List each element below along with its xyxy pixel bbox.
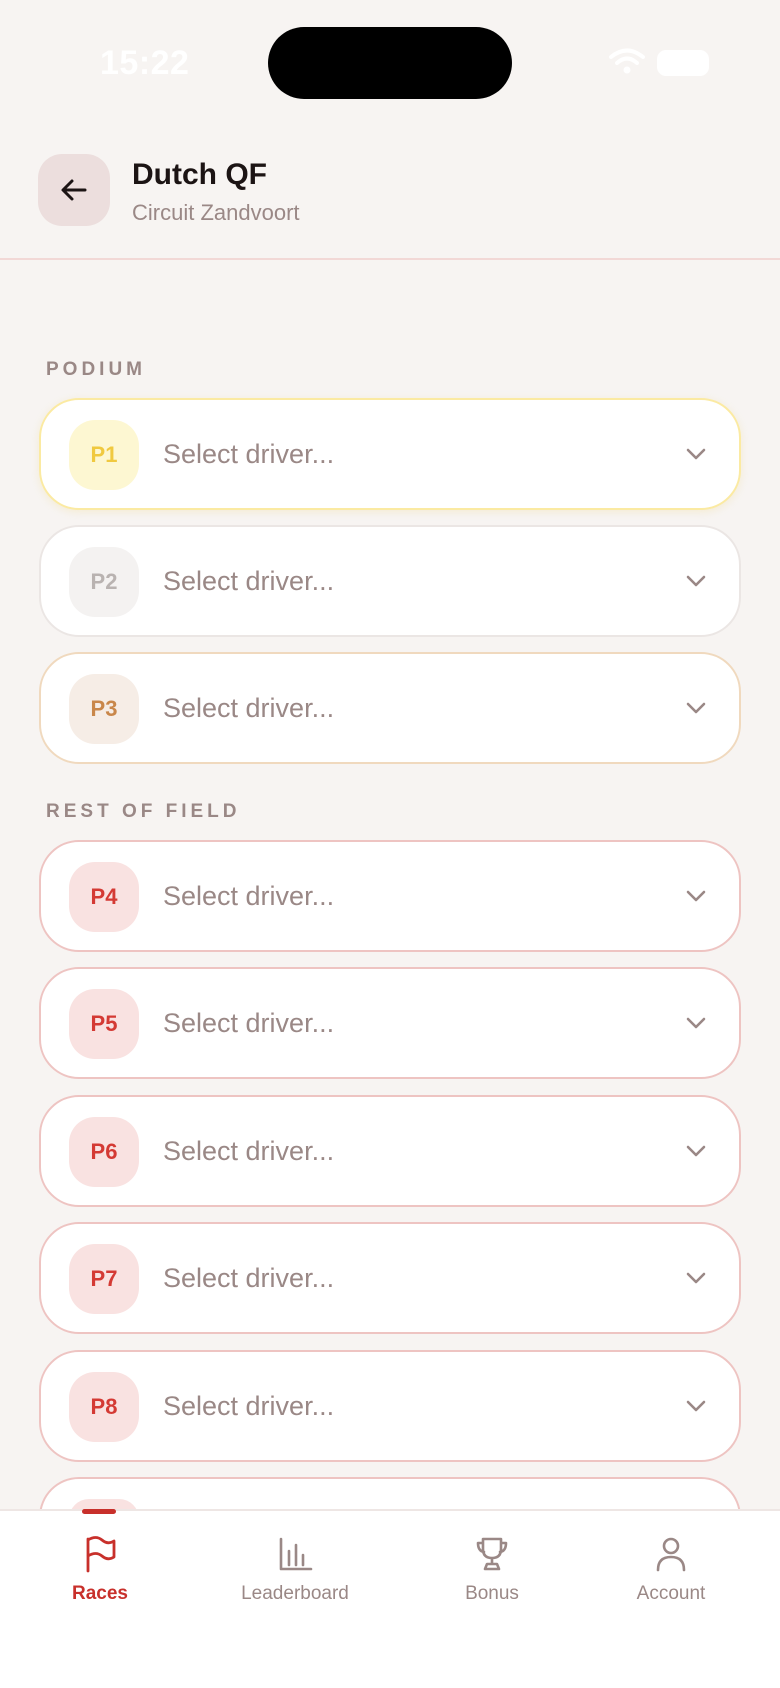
- position-badge: P7: [69, 1244, 139, 1314]
- header: Dutch QF Circuit Zandvoort: [0, 130, 780, 260]
- driver-select-p6[interactable]: P6 Select driver...: [39, 1095, 741, 1207]
- tab-label: Races: [72, 1583, 128, 1604]
- chevron-down-icon: [686, 448, 706, 460]
- driver-select-placeholder: Select driver...: [163, 439, 335, 469]
- bar-chart-icon: [279, 1537, 313, 1571]
- wifi-icon: [609, 48, 645, 74]
- chevron-down-icon: [686, 1017, 706, 1029]
- back-button[interactable]: [38, 154, 110, 226]
- driver-select-p8[interactable]: P8 Select driver...: [39, 1350, 741, 1462]
- tab-races[interactable]: Races: [10, 1511, 190, 1631]
- page-subtitle: Circuit Zandvoort: [132, 200, 300, 225]
- driver-select-placeholder: Select driver...: [163, 1136, 335, 1166]
- driver-select-placeholder: Select driver...: [163, 1263, 335, 1293]
- rest-section-label: REST OF FIELD: [46, 801, 241, 822]
- position-badge: P6: [69, 1117, 139, 1187]
- position-badge: P1: [69, 420, 139, 490]
- battery-icon: [657, 50, 709, 76]
- driver-select-p3[interactable]: P3 Select driver...: [39, 652, 741, 764]
- tab-bonus[interactable]: Bonus: [402, 1511, 582, 1631]
- position-badge: P8: [69, 1372, 139, 1442]
- tab-account[interactable]: Account: [581, 1511, 761, 1631]
- tab-label: Account: [636, 1583, 706, 1604]
- driver-select-p4[interactable]: P4 Select driver...: [39, 840, 741, 952]
- position-badge: P3: [69, 674, 139, 744]
- position-badge: P5: [69, 989, 139, 1059]
- page-title: Dutch QF: [132, 158, 267, 191]
- chevron-down-icon: [686, 1400, 706, 1412]
- chevron-down-icon: [686, 702, 706, 714]
- chevron-down-icon: [686, 1272, 706, 1284]
- driver-select-placeholder: Select driver...: [163, 693, 335, 723]
- arrow-left-icon: [61, 179, 87, 201]
- chevron-down-icon: [686, 1145, 706, 1157]
- user-icon: [656, 1537, 686, 1572]
- chevron-down-icon: [686, 575, 706, 587]
- status-bar: 15:22: [0, 0, 780, 130]
- active-tab-indicator: [82, 1509, 116, 1514]
- podium-section-label: PODIUM: [46, 359, 146, 380]
- driver-select-placeholder: Select driver...: [163, 881, 335, 911]
- driver-select-placeholder: Select driver...: [163, 566, 335, 596]
- driver-select-p5[interactable]: P5 Select driver...: [39, 967, 741, 1079]
- tab-leaderboard[interactable]: Leaderboard: [205, 1511, 385, 1631]
- position-badge: P2: [69, 547, 139, 617]
- driver-select-placeholder: Select driver...: [163, 1008, 335, 1038]
- flag-icon: [86, 1536, 116, 1573]
- driver-select-p7[interactable]: P7 Select driver...: [39, 1222, 741, 1334]
- tab-bar: Races Leaderboard Bonus Account: [0, 1509, 780, 1688]
- trophy-icon: [476, 1537, 508, 1571]
- tab-label: Leaderboard: [241, 1583, 349, 1604]
- dynamic-island: [268, 27, 512, 99]
- position-badge: P4: [69, 862, 139, 932]
- tab-label: Bonus: [465, 1583, 519, 1604]
- status-time: 15:22: [100, 44, 190, 82]
- driver-select-p1[interactable]: P1 Select driver...: [39, 398, 741, 510]
- driver-select-placeholder: Select driver...: [163, 1391, 335, 1421]
- driver-select-p2[interactable]: P2 Select driver...: [39, 525, 741, 637]
- chevron-down-icon: [686, 890, 706, 902]
